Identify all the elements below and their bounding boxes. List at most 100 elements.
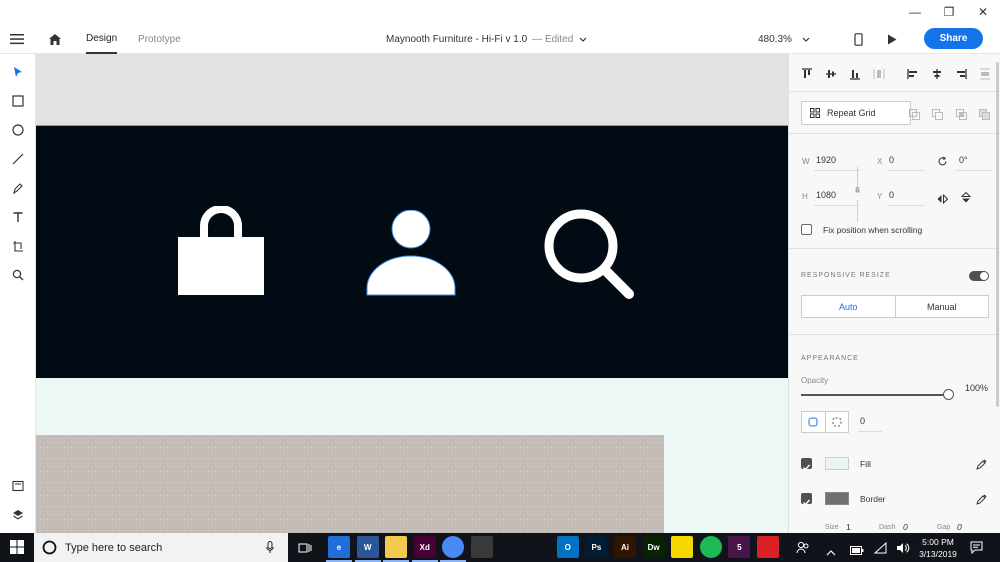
taskbar-app-word-icon[interactable]: W (356, 536, 379, 558)
panel-scrollbar[interactable] (996, 62, 999, 407)
text-icon[interactable] (8, 207, 28, 227)
texture-image[interactable] (36, 435, 664, 533)
fill-checkbox[interactable] (801, 458, 812, 471)
flip-vertical-icon[interactable] (960, 190, 972, 208)
align-middle-icon[interactable] (825, 67, 837, 85)
align-center-icon[interactable] (931, 67, 943, 85)
border-size-field[interactable]: 1 (846, 522, 851, 532)
boolean-intersect-icon[interactable] (956, 107, 967, 125)
border-dash-field[interactable]: 0 (903, 522, 908, 532)
search-icon[interactable] (543, 208, 635, 305)
distribute-horizontal-icon[interactable] (979, 67, 991, 85)
separate-corner-icon[interactable] (826, 412, 849, 432)
canvas[interactable] (36, 54, 788, 533)
taskbar-clock[interactable]: 5:00 PM 3/13/2019 (914, 536, 962, 560)
task-view-icon[interactable] (298, 541, 312, 559)
border-eyedropper-icon[interactable] (976, 492, 987, 510)
border-checkbox[interactable] (801, 493, 812, 506)
height-field[interactable]: 1080 (816, 190, 836, 200)
taskbar-app-outlook-icon[interactable]: O (556, 536, 579, 558)
shopping-bag-icon[interactable] (178, 205, 264, 301)
taskbar-app-xd-icon[interactable]: Xd (413, 536, 436, 558)
tab-prototype[interactable]: Prototype (138, 24, 181, 54)
border-color-swatch[interactable] (825, 492, 849, 505)
zoom-dropdown-icon[interactable] (802, 24, 810, 54)
home-icon[interactable] (48, 24, 62, 54)
fill-color-swatch[interactable] (825, 457, 849, 470)
rotation-field[interactable]: 0° (959, 155, 968, 165)
opacity-slider-thumb[interactable] (943, 389, 954, 400)
microphone-icon[interactable] (266, 541, 274, 554)
artboard-header-section[interactable] (36, 125, 788, 378)
document-title[interactable]: Maynooth Furniture - Hi-Fi v 1.0 — Edite… (386, 24, 587, 54)
share-button[interactable]: Share (924, 28, 983, 49)
align-bottom-icon[interactable] (849, 67, 861, 85)
y-label: Y (877, 192, 883, 201)
x-field[interactable]: 0 (889, 155, 894, 165)
opacity-value[interactable]: 100% (965, 383, 988, 393)
align-top-icon[interactable] (801, 67, 813, 85)
lock-aspect-icon[interactable] (855, 180, 860, 198)
fix-position-checkbox[interactable] (801, 224, 812, 235)
border-gap-field[interactable]: 0 (957, 522, 962, 532)
taskbar-app-chrome-icon[interactable] (442, 536, 465, 558)
windows-start-icon[interactable] (10, 540, 24, 559)
user-icon[interactable] (366, 209, 456, 301)
uniform-corner-icon[interactable] (802, 412, 826, 432)
width-field[interactable]: 1920 (816, 155, 836, 165)
taskbar-app-slack-icon[interactable]: 5 (728, 536, 751, 558)
opacity-slider-track[interactable] (801, 394, 949, 396)
taskbar-app-spotify-icon[interactable] (699, 536, 722, 558)
rectangle-icon[interactable] (8, 91, 28, 111)
align-left-icon[interactable] (907, 67, 919, 85)
hamburger-menu-icon[interactable] (10, 24, 24, 54)
action-center-icon[interactable] (970, 541, 983, 559)
taskbar-app-sticky-notes-icon[interactable] (671, 536, 694, 558)
taskbar-app-photoshop-icon[interactable]: Ps (585, 536, 608, 558)
boolean-add-icon[interactable] (909, 107, 920, 125)
layers-icon[interactable] (8, 505, 28, 525)
manual-option[interactable]: Manual (896, 296, 989, 317)
taskbar-app-edge-icon[interactable]: e (328, 536, 350, 558)
taskbar-app-illustrator-icon[interactable]: Ai (614, 536, 636, 558)
pen-icon[interactable] (8, 178, 28, 198)
taskbar-app-dreamweaver-icon[interactable]: Dw (642, 536, 665, 558)
volume-icon[interactable] (896, 541, 910, 559)
minimize-button[interactable]: — (898, 0, 932, 24)
play-icon[interactable] (887, 24, 897, 54)
maximize-button[interactable]: ❐ (932, 0, 966, 24)
repeat-grid-button[interactable]: Repeat Grid (801, 101, 911, 125)
fill-eyedropper-icon[interactable] (976, 457, 987, 475)
taskbar-app-dropbox-icon[interactable] (499, 536, 522, 558)
corner-radius-field[interactable]: 0 (860, 416, 865, 426)
auto-option[interactable]: Auto (802, 296, 896, 317)
document-status: — Edited (532, 33, 574, 45)
flip-horizontal-icon[interactable] (937, 191, 949, 209)
zoom-level[interactable]: 480.3% (758, 24, 792, 54)
align-right-icon[interactable] (955, 67, 967, 85)
responsive-resize-toggle[interactable] (969, 271, 989, 281)
device-preview-icon[interactable] (854, 24, 863, 54)
people-icon[interactable] (796, 541, 810, 559)
wifi-icon[interactable] (873, 541, 887, 559)
line-icon[interactable] (8, 149, 28, 169)
assets-icon[interactable] (8, 476, 28, 496)
taskbar-app-file-explorer-icon[interactable] (385, 536, 408, 558)
taskbar-search-box[interactable]: Type here to search (34, 533, 288, 562)
taskbar-app-creative-cloud-icon[interactable] (757, 536, 779, 558)
distribute-vertical-icon[interactable] (873, 67, 885, 85)
ellipse-icon[interactable] (8, 120, 28, 140)
tab-design[interactable]: Design (86, 24, 118, 54)
close-button[interactable]: ✕ (966, 0, 1000, 24)
taskbar-app-calendar-icon[interactable] (528, 536, 551, 558)
tray-chevron-up-icon[interactable] (826, 543, 836, 561)
y-field[interactable]: 0 (889, 190, 894, 200)
check-icon (803, 464, 811, 471)
taskbar-app-store-icon[interactable] (471, 536, 493, 558)
zoom-icon[interactable] (8, 265, 28, 285)
select-icon[interactable] (8, 62, 28, 82)
boolean-subtract-icon[interactable] (932, 107, 943, 125)
battery-icon[interactable] (850, 542, 864, 560)
boolean-exclude-icon[interactable] (979, 107, 990, 125)
artboard-icon[interactable] (8, 236, 28, 256)
